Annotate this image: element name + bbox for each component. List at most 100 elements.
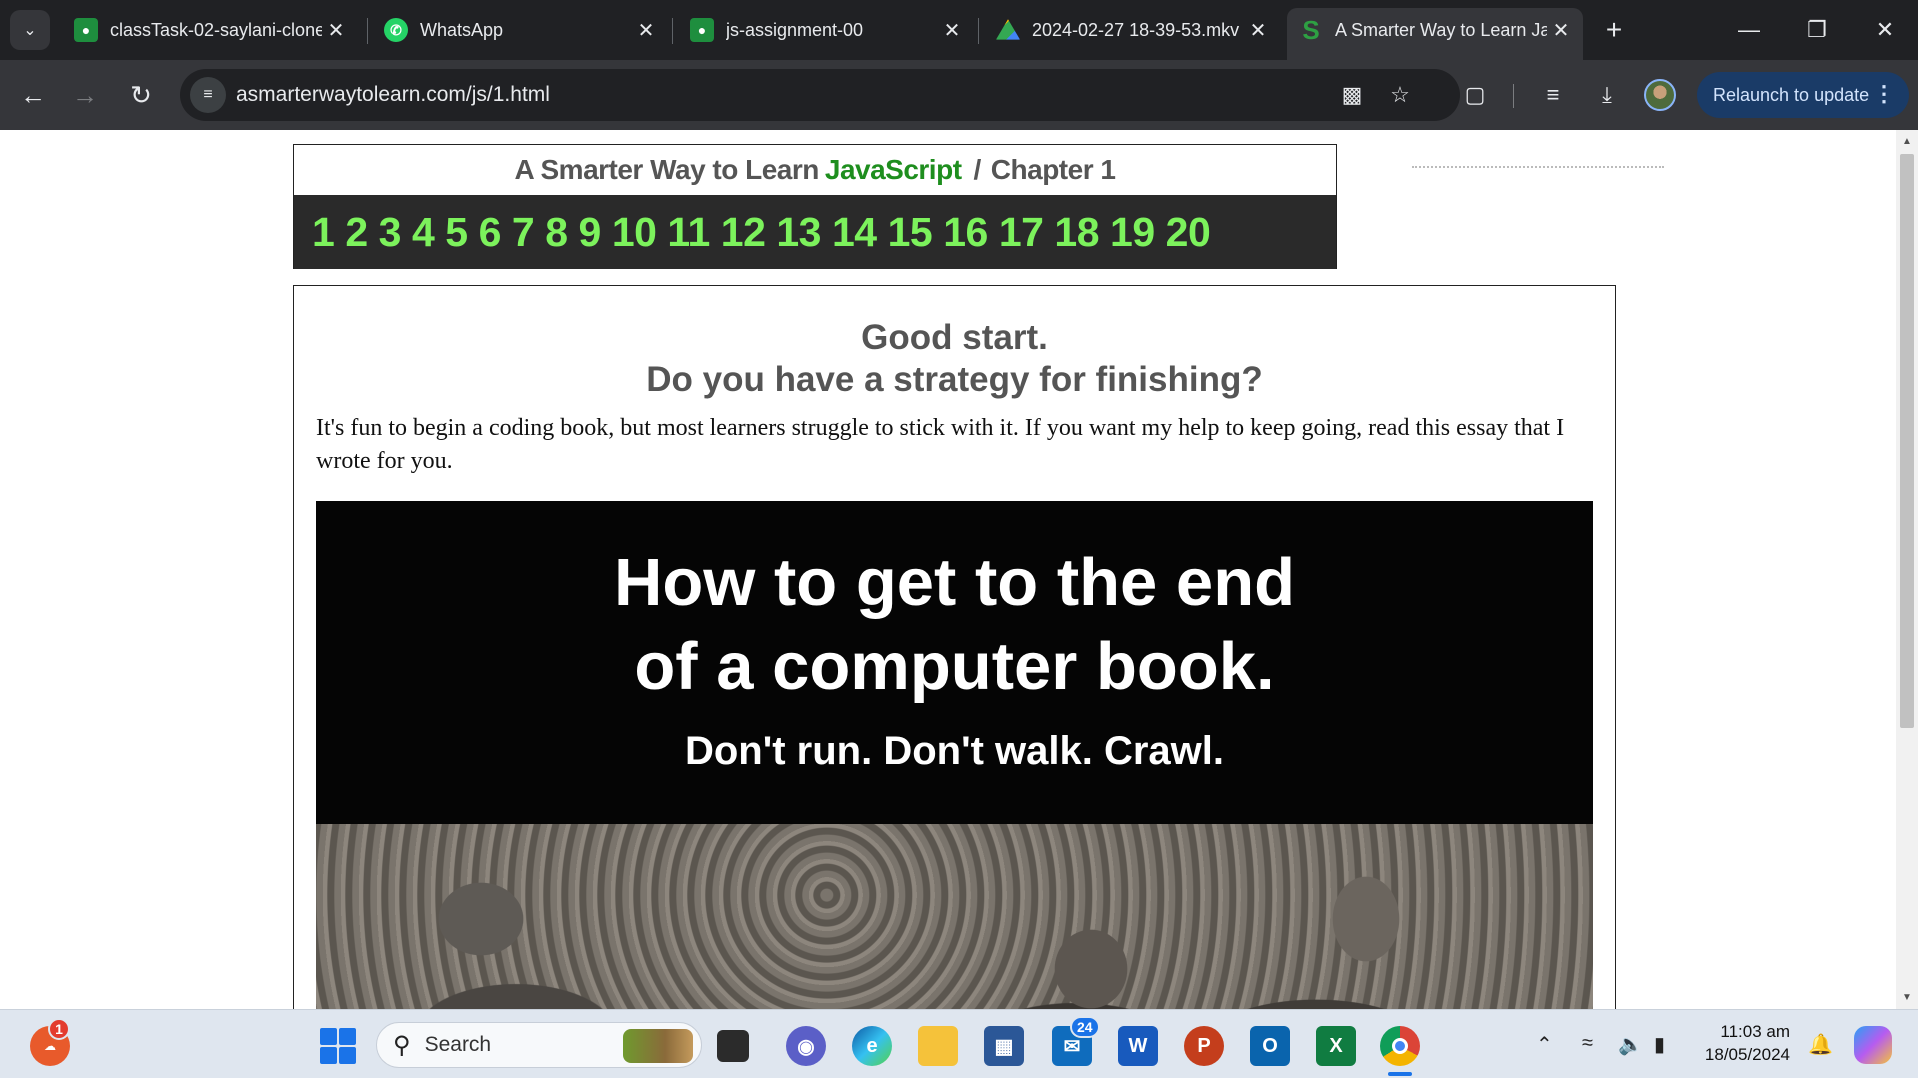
scroll-up-icon[interactable]: ▲: [1902, 136, 1912, 147]
promo-title-line-1: How to get to the end: [613, 545, 1296, 620]
reload-button[interactable]: ↻: [122, 76, 160, 114]
microsoft-store-icon[interactable]: ▦: [984, 1026, 1024, 1066]
tab-whatsapp[interactable]: ✆ WhatsApp ✕: [372, 8, 668, 52]
volume-icon[interactable]: 🔈: [1618, 1032, 1643, 1057]
minimize-button[interactable]: —: [1726, 8, 1772, 52]
notification-bell-icon[interactable]: 🔔: [1808, 1032, 1833, 1057]
classroom-icon: ●: [74, 18, 98, 42]
chrome-icon[interactable]: [1380, 1026, 1420, 1066]
file-explorer-icon[interactable]: [918, 1026, 958, 1066]
search-placeholder: Search: [424, 1033, 492, 1056]
vertical-scrollbar[interactable]: ▲ ▼: [1896, 130, 1918, 1009]
restore-button[interactable]: ❐: [1794, 8, 1840, 52]
close-icon[interactable]: ✕: [1244, 16, 1272, 44]
site-info-icon[interactable]: ≡: [190, 77, 226, 113]
teams-chat-icon[interactable]: ◉: [786, 1026, 826, 1066]
new-tab-button[interactable]: +: [1596, 12, 1632, 48]
chapter-link-11[interactable]: 11: [667, 209, 710, 256]
url-text[interactable]: asmarterwaytolearn.com/js/1.html: [236, 83, 550, 107]
promo-subtitle: Don't run. Don't walk. Crawl.: [684, 729, 1225, 773]
close-icon[interactable]: ✕: [938, 16, 966, 44]
chapter-link-2[interactable]: 2: [345, 209, 368, 256]
address-bar[interactable]: ≡ asmarterwaytolearn.com/js/1.html ▩ ☆: [180, 69, 1460, 121]
ad-placeholder-divider: [1412, 166, 1664, 168]
chevron-up-icon[interactable]: ⌃: [1536, 1032, 1553, 1057]
relaunch-button[interactable]: Relaunch to update ⋮: [1697, 72, 1909, 118]
chapter-link-5[interactable]: 5: [445, 209, 468, 256]
taskbar: ☁ 1 ⚲ Search ◉ e ▦ ✉ 24 W P O X ⌃ ≈ 🔈 ▮ …: [0, 1009, 1918, 1078]
cast-off-icon[interactable]: ▩: [1336, 79, 1368, 111]
chapter-link-4[interactable]: 4: [412, 209, 435, 256]
restore-icon: ❐: [1807, 17, 1827, 42]
close-icon[interactable]: ✕: [322, 16, 350, 44]
chapter-link-20[interactable]: 20: [1166, 209, 1211, 256]
tab-smarter-way-active[interactable]: S A Smarter Way to Learn JavaScript ✕: [1287, 8, 1583, 60]
page-viewport: A Smarter Way to Learn JavaScript / Chap…: [0, 130, 1918, 1009]
chapter-link-15[interactable]: 15: [888, 209, 933, 256]
reading-list-icon[interactable]: ≡: [1536, 78, 1570, 112]
outlook-icon[interactable]: O: [1250, 1026, 1290, 1066]
tab-js-assignment[interactable]: ● js-assignment-00 ✕: [678, 8, 974, 52]
chapter-link-10[interactable]: 10: [612, 209, 657, 256]
word-icon[interactable]: W: [1118, 1026, 1158, 1066]
close-icon[interactable]: ✕: [1547, 16, 1575, 44]
clock-date: 18/05/2024: [1704, 1045, 1790, 1064]
chapter-link-1[interactable]: 1: [312, 209, 335, 256]
scrollbar-thumb[interactable]: [1900, 154, 1914, 728]
close-icon[interactable]: ✕: [632, 16, 660, 44]
tab-drive-video[interactable]: 2024-02-27 18-39-53.mkv ✕: [984, 8, 1280, 52]
chevron-down-icon: ⌄: [23, 22, 37, 39]
wifi-icon[interactable]: ≈: [1582, 1032, 1593, 1055]
tab-classtask[interactable]: ● classTask-02-saylani-clone ✕: [62, 8, 358, 52]
bookmark-star-icon[interactable]: ☆: [1384, 79, 1416, 111]
chapter-link-9[interactable]: 9: [579, 209, 602, 256]
arrow-left-icon: ←: [20, 79, 46, 110]
more-vert-icon[interactable]: ⋮: [1873, 81, 1895, 107]
chapter-link-16[interactable]: 16: [943, 209, 988, 256]
chapter-link-12[interactable]: 12: [721, 209, 766, 256]
chapter-link-17[interactable]: 17: [999, 209, 1044, 256]
battery-icon[interactable]: ▮: [1654, 1032, 1665, 1057]
forward-button[interactable]: →: [66, 76, 104, 114]
chapter-nav: A Smarter Way to Learn JavaScript / Chap…: [293, 144, 1337, 269]
copilot-icon[interactable]: [1854, 1026, 1892, 1064]
powerpoint-icon[interactable]: P: [1184, 1026, 1224, 1066]
system-clock[interactable]: 11:03 am 18/05/2024: [1690, 1020, 1790, 1066]
chapter-link-3[interactable]: 3: [379, 209, 402, 256]
tab-search-button[interactable]: ⌄: [10, 10, 50, 50]
task-view-icon[interactable]: [717, 1030, 749, 1062]
weather-badge: 1: [48, 1018, 70, 1040]
close-icon: ✕: [1875, 17, 1895, 42]
chapter-link-19[interactable]: 19: [1110, 209, 1155, 256]
content-panel: Good start. Do you have a strategy for f…: [293, 285, 1616, 1009]
weather-icon: ☁: [44, 1039, 56, 1053]
extensions-icon[interactable]: ▢: [1458, 78, 1492, 112]
excel-icon[interactable]: X: [1316, 1026, 1356, 1066]
chapter-link-7[interactable]: 7: [512, 209, 535, 256]
smarter-way-icon: S: [1302, 14, 1320, 45]
start-button[interactable]: [318, 1026, 358, 1066]
download-icon[interactable]: ⤓: [1590, 78, 1624, 112]
whatsapp-icon: ✆: [384, 18, 408, 42]
arrow-right-icon: →: [72, 79, 98, 110]
taskbar-search[interactable]: ⚲ Search: [376, 1022, 702, 1068]
back-button[interactable]: ←: [14, 76, 52, 114]
plus-icon: +: [1605, 14, 1623, 45]
chapter-link-18[interactable]: 18: [1054, 209, 1099, 256]
toolbar-divider: [1513, 84, 1514, 108]
edge-icon[interactable]: e: [852, 1026, 892, 1066]
chapter-link-13[interactable]: 13: [776, 209, 821, 256]
close-window-button[interactable]: ✕: [1862, 8, 1908, 52]
mud-crawl-photo: [316, 824, 1593, 1009]
mail-icon[interactable]: ✉ 24: [1052, 1016, 1100, 1066]
essay-promo-image[interactable]: How to get to the end of a computer book…: [316, 501, 1593, 1009]
chapter-link-14[interactable]: 14: [832, 209, 877, 256]
tab-strip: ⌄ ● classTask-02-saylani-clone ✕ ✆ Whats…: [0, 0, 1918, 60]
chapter-link-6[interactable]: 6: [479, 209, 502, 256]
profile-avatar[interactable]: [1644, 79, 1676, 111]
chapter-header: A Smarter Way to Learn JavaScript / Chap…: [294, 145, 1336, 195]
scroll-down-icon[interactable]: ▼: [1902, 992, 1912, 1003]
weather-widget[interactable]: ☁ 1: [30, 1018, 70, 1066]
breadcrumb-separator: /: [973, 154, 982, 185]
chapter-link-8[interactable]: 8: [545, 209, 568, 256]
